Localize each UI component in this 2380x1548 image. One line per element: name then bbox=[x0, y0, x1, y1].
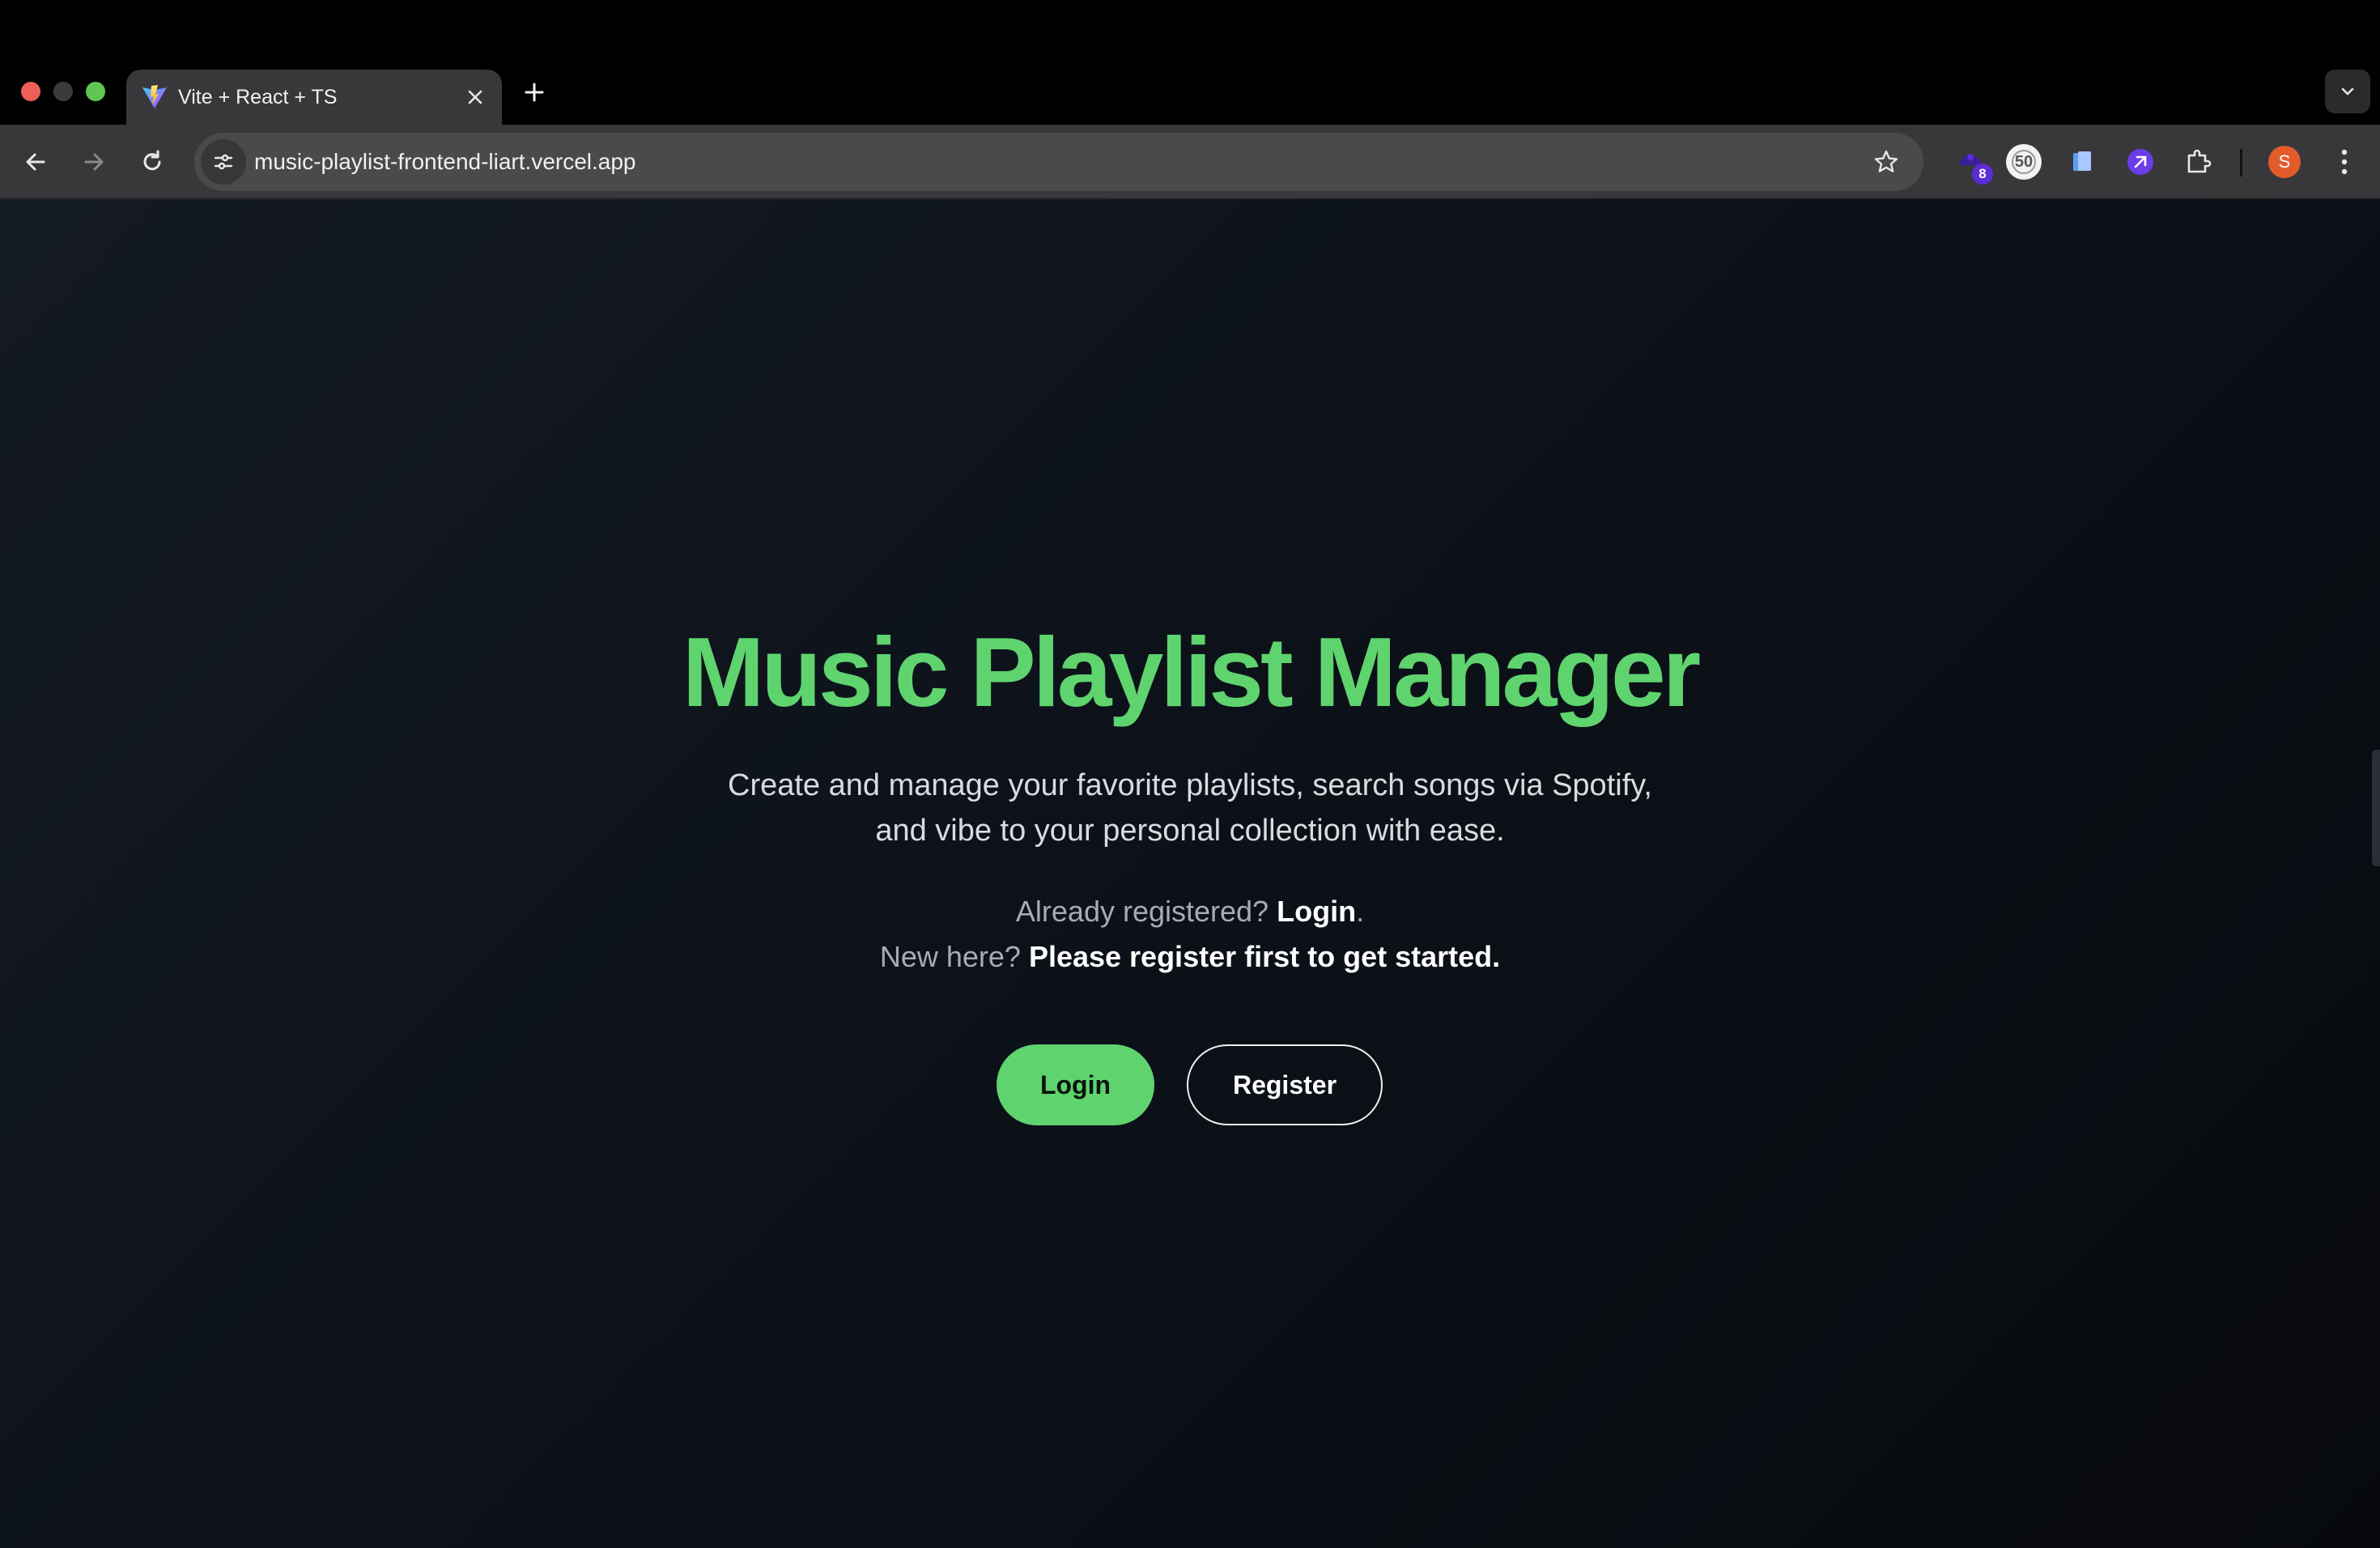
browser-toolbar: music-playlist-frontend-liart.vercel.app… bbox=[0, 125, 2380, 199]
register-button[interactable]: Register bbox=[1187, 1044, 1383, 1125]
new-tab-icon[interactable] bbox=[516, 74, 552, 110]
register-prompt-prefix: New here? bbox=[879, 940, 1021, 973]
bookmark-star-icon[interactable] bbox=[1867, 142, 1906, 181]
extension-label: 50 bbox=[2014, 153, 2034, 171]
window-maximize-button[interactable] bbox=[86, 82, 105, 101]
page-title: Music Playlist Manager bbox=[682, 617, 1701, 727]
tab-active[interactable]: Vite + React + TS bbox=[126, 70, 502, 125]
login-prompt-suffix: . bbox=[1356, 895, 1365, 928]
window-close-button[interactable] bbox=[21, 82, 40, 101]
address-bar[interactable]: music-playlist-frontend-liart.vercel.app bbox=[194, 133, 1923, 191]
kebab-menu-icon[interactable] bbox=[2320, 138, 2369, 186]
login-prompt: Already registered? Login. bbox=[0, 889, 2380, 934]
register-prompt-emphasis: Please register first to get started. bbox=[1028, 940, 1501, 973]
forward-icon[interactable] bbox=[70, 138, 118, 186]
register-prompt: New here? Please register first to get s… bbox=[0, 934, 2380, 980]
scrollbar[interactable] bbox=[2372, 750, 2380, 866]
site-info-icon[interactable] bbox=[201, 139, 246, 185]
chevron-down-icon[interactable] bbox=[2325, 70, 2370, 113]
puzzle-icon[interactable] bbox=[2174, 138, 2223, 186]
profile-avatar[interactable]: S bbox=[2260, 138, 2309, 186]
browser-window: Vite + React + TS music-playlist-fronten… bbox=[0, 0, 2380, 1548]
tab-strip: Vite + React + TS bbox=[0, 0, 2380, 125]
avatar: S bbox=[2268, 146, 2301, 178]
page-description: Create and manage your favorite playlist… bbox=[728, 768, 1652, 848]
close-tab-icon[interactable] bbox=[460, 82, 491, 113]
login-prompt-prefix: Already registered? bbox=[1015, 895, 1269, 928]
extension-icon-2[interactable]: 50 bbox=[2000, 138, 2048, 186]
url-text: music-playlist-frontend-liart.vercel.app bbox=[254, 149, 636, 174]
toolbar-separator bbox=[2240, 149, 2242, 176]
extension-icon-4[interactable] bbox=[2116, 138, 2165, 186]
login-button[interactable]: Login bbox=[997, 1044, 1154, 1125]
reload-icon[interactable] bbox=[128, 138, 176, 186]
vite-logo-icon bbox=[141, 83, 168, 111]
login-link[interactable]: Login bbox=[1277, 895, 1356, 928]
extension-icon-1[interactable]: 8 bbox=[1946, 138, 1995, 186]
extension-badge: 8 bbox=[1972, 164, 1993, 185]
extension-icon-3[interactable] bbox=[2058, 138, 2106, 186]
tab-title: Vite + React + TS bbox=[178, 86, 338, 108]
page-viewport: Music Playlist Manager Create and manage… bbox=[0, 199, 2380, 1548]
back-icon[interactable] bbox=[11, 138, 60, 186]
window-minimize-button[interactable] bbox=[53, 82, 73, 101]
